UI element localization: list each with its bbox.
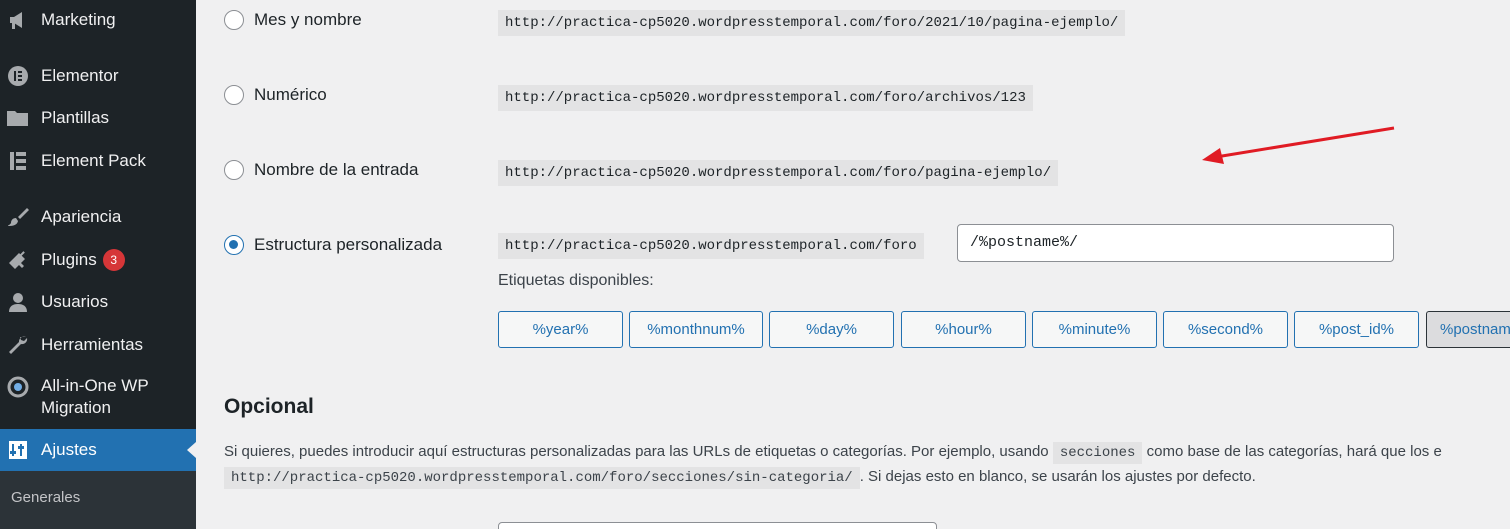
sidebar-item-element-pack[interactable]: Element Pack [0,149,196,173]
tag-button-post-id[interactable]: %post_id% [1294,311,1419,348]
option-estructura-personalizada[interactable]: Estructura personalizada [224,235,442,255]
tag-button-monthnum[interactable]: %monthnum% [629,311,763,348]
submenu-item-generales[interactable]: Generales [11,489,80,506]
red-arrow-annotation [1202,126,1395,164]
tag-button-minute[interactable]: %minute% [1032,311,1157,348]
sidebar-item-label: Elementor [41,66,119,85]
plugin-icon [6,248,30,272]
permalink-settings: Mes y nombre http://practica-cp5020.word… [196,0,1510,529]
radio-button[interactable] [224,85,244,105]
tag-button-postname[interactable]: %postnam [1426,311,1510,348]
sidebar-item-label: Marketing [41,10,116,29]
elementor-icon [6,64,30,88]
option-numerico[interactable]: Numérico [224,85,327,105]
migration-icon [6,375,30,399]
sidebar-item-label: All-in-One WP Migration [41,376,149,417]
example-url: http://practica-cp5020.wordpresstemporal… [498,10,1126,36]
tag-button-hour[interactable]: %hour% [901,311,1026,348]
option-mes-y-nombre[interactable]: Mes y nombre [224,10,362,30]
sidebar-item-plugins[interactable]: Plugins 3 [0,248,196,272]
option-label: Nombre de la entrada [254,160,419,179]
inline-code: secciones [1052,442,1143,464]
paintbrush-icon [6,205,30,229]
sidebar-item-marketing[interactable]: Marketing [0,8,196,32]
folder-icon [6,106,30,130]
sidebar-item-label: Element Pack [41,151,146,170]
base-url: http://practica-cp5020.wordpresstemporal… [498,233,924,259]
sidebar-item-usuarios[interactable]: Usuarios [0,290,196,314]
sidebar-item-elementor[interactable]: Elementor [0,64,196,88]
option-label: Estructura personalizada [254,235,443,254]
radio-button[interactable] [224,160,244,180]
user-icon [6,290,30,314]
example-url: http://practica-cp5020.wordpresstemporal… [498,85,1033,111]
wrench-icon [6,333,30,357]
section-title-opcional: Opcional [224,395,314,418]
custom-structure-input[interactable]: /%postname%/ [957,224,1394,262]
sidebar-item-migration[interactable]: All-in-One WP Migration [0,375,196,421]
optional-description-continued: http://practica-cp5020.wordpresstemporal… [224,465,1256,490]
tag-button-day[interactable]: %day% [769,311,894,348]
sidebar-item-label: Plantillas [41,108,110,127]
sidebar-item-herramientas[interactable]: Herramientas [0,333,196,357]
sidebar-item-label: Herramientas [41,335,144,354]
settings-icon [6,438,30,462]
sidebar-item-label: Usuarios [41,292,109,311]
sidebar-item-plantillas[interactable]: Plantillas [0,106,196,130]
element-pack-icon [6,149,30,173]
update-count-badge: 3 [102,249,125,272]
radio-button[interactable] [224,10,244,30]
category-base-input[interactable] [498,522,937,529]
option-nombre-entrada[interactable]: Nombre de la entrada [224,160,418,180]
sidebar-item-apariencia[interactable]: Apariencia [0,205,196,229]
ajustes-submenu: Generales [0,471,196,529]
tag-button-year[interactable]: %year% [498,311,623,348]
sidebar-item-label: Apariencia [41,207,122,226]
sidebar-item-label: Plugins 3 [41,249,125,272]
megaphone-icon [6,8,30,32]
available-tags-label: Etiquetas disponibles: [498,272,654,289]
sidebar-item-ajustes[interactable]: Ajustes [0,429,196,471]
radio-button-checked[interactable] [224,235,244,255]
optional-description: Si quieres, puedes introducir aquí estru… [224,440,1442,465]
example-url: http://practica-cp5020.wordpresstemporal… [498,160,1059,186]
sidebar-item-label: Ajustes [41,440,97,459]
option-label: Numérico [254,85,327,104]
admin-sidebar: Marketing Elementor Plantillas Element P… [0,0,196,529]
inline-code-url: http://practica-cp5020.wordpresstemporal… [224,467,860,489]
tag-button-second[interactable]: %second% [1163,311,1288,348]
option-label: Mes y nombre [254,10,362,29]
